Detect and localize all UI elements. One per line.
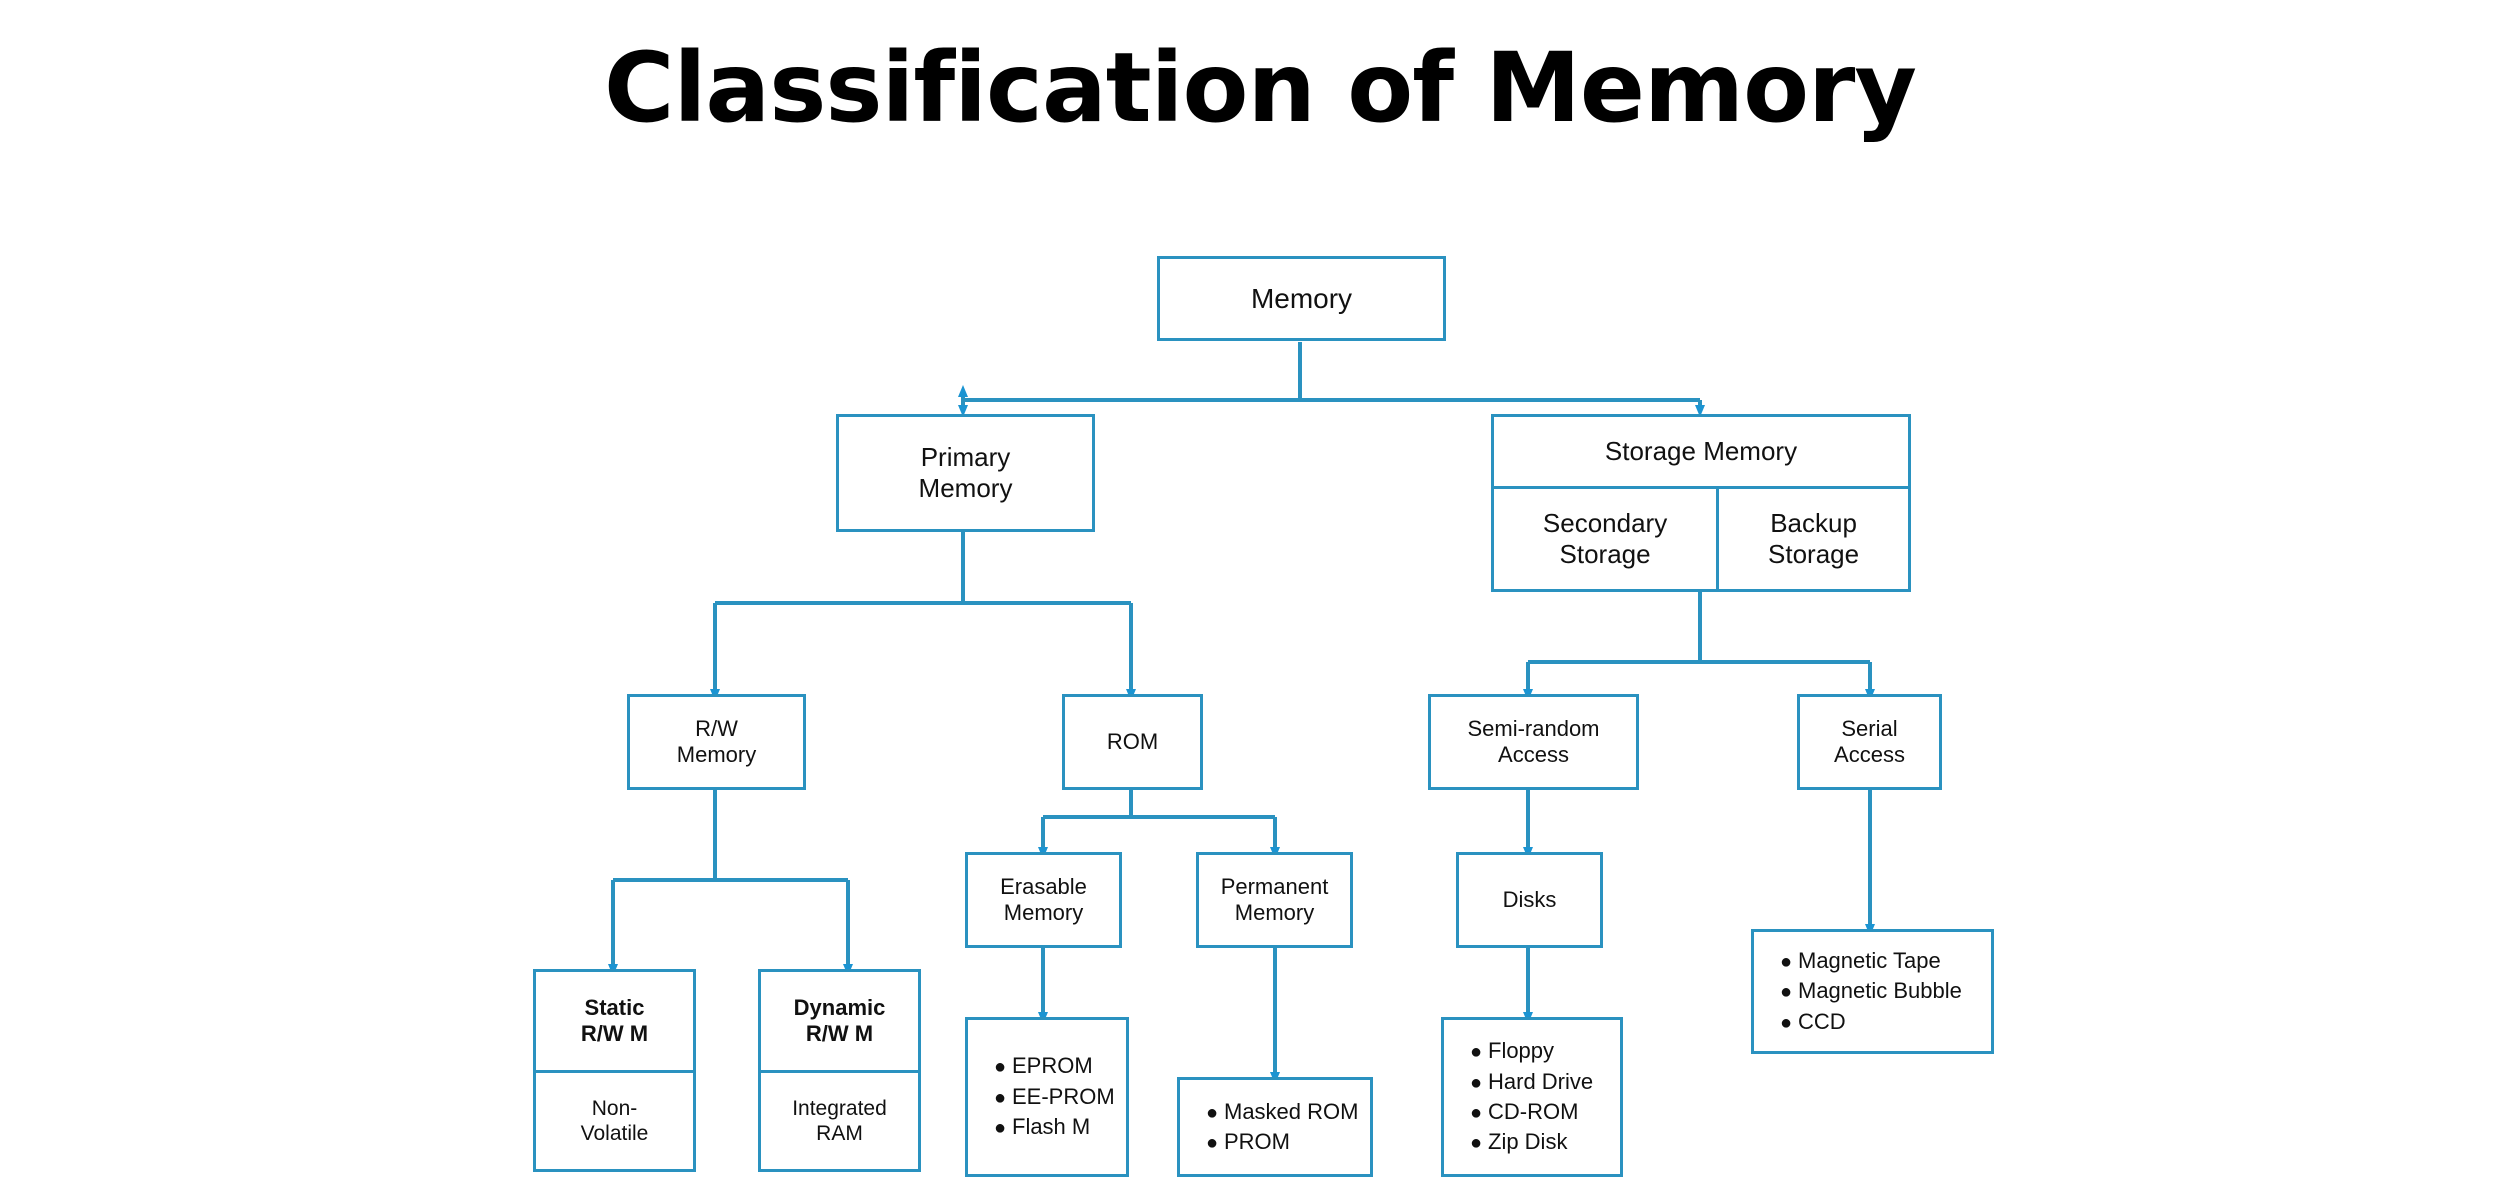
node-secondary-storage[interactable]: Secondary Storage bbox=[1494, 489, 1716, 589]
diagram-canvas: Classification of Memory Memory Primary … bbox=[0, 0, 2520, 1200]
node-semi-random-access-line2: Access bbox=[1498, 742, 1569, 767]
node-backup-storage-line1: Backup bbox=[1770, 507, 1857, 538]
list-item-label: Magnetic Tape bbox=[1798, 947, 1941, 973]
list-permanent-memory[interactable]: ● Masked ROM ● PROM bbox=[1177, 1077, 1373, 1177]
node-serial-access-line2: Access bbox=[1834, 742, 1905, 767]
node-serial-access[interactable]: Serial Access bbox=[1797, 694, 1942, 790]
node-rw-memory-line1: R/W bbox=[695, 715, 738, 741]
bullet-icon: ● bbox=[1470, 1041, 1483, 1064]
bullet-icon: ● bbox=[1470, 1132, 1483, 1155]
node-primary-memory[interactable]: Primary Memory bbox=[836, 414, 1095, 532]
node-secondary-storage-line1: Secondary bbox=[1542, 507, 1668, 538]
connector-layer bbox=[608, 342, 1875, 1084]
node-serial-access-label: Serial Access bbox=[1800, 697, 1939, 787]
node-primary-memory-line2: Memory bbox=[918, 473, 1013, 503]
list-erasable-memory[interactable]: ● EPROM ● EE-PROM ● Flash M bbox=[965, 1017, 1129, 1177]
node-secondary-storage-line2: Storage bbox=[1559, 538, 1651, 569]
node-backup-storage-line2: Storage bbox=[1768, 538, 1860, 569]
node-rw-memory-line2: Memory bbox=[676, 742, 757, 767]
bullet-icon: ● bbox=[1780, 1011, 1793, 1034]
node-dynamic-rw-m-sub[interactable]: Integrated RAM bbox=[761, 1070, 918, 1169]
node-dynamic-rw-m-line1: Dynamic bbox=[793, 994, 886, 1020]
bullet-icon: ● bbox=[994, 1117, 1007, 1140]
node-erasable-memory-label: Erasable Memory bbox=[968, 855, 1119, 945]
bullet-icon: ● bbox=[994, 1086, 1007, 1109]
bullet-icon: ● bbox=[1780, 950, 1793, 973]
bullet-icon: ● bbox=[1470, 1102, 1483, 1124]
node-primary-memory-label: Primary Memory bbox=[839, 417, 1092, 529]
bullet-icon: ● bbox=[1206, 1132, 1219, 1154]
node-dynamic-rw-m-line2: R/W M bbox=[805, 1021, 874, 1047]
list-item: ● Zip Disk bbox=[1470, 1127, 1620, 1157]
list-item: ● PROM bbox=[1206, 1127, 1370, 1157]
node-static-rw-m[interactable]: Static R/W M Non- Volatile bbox=[533, 969, 696, 1172]
node-erasable-memory-line1: Erasable bbox=[1000, 873, 1087, 899]
node-semi-random-access-label: Semi-random Access bbox=[1431, 697, 1636, 787]
list-item: ● EPROM bbox=[994, 1051, 1126, 1081]
node-erasable-memory[interactable]: Erasable Memory bbox=[965, 852, 1122, 948]
node-memory[interactable]: Memory bbox=[1157, 256, 1446, 341]
node-serial-access-line1: Serial bbox=[1841, 715, 1898, 741]
list-serial-access[interactable]: ● Magnetic Tape ● Magnetic Bubble ● CCD bbox=[1751, 929, 1994, 1054]
node-rw-memory[interactable]: R/W Memory bbox=[627, 694, 806, 790]
node-static-rw-m-sub[interactable]: Non- Volatile bbox=[536, 1070, 693, 1169]
node-rw-memory-label: R/W Memory bbox=[630, 697, 803, 787]
bullet-icon: ● bbox=[1470, 1071, 1483, 1094]
node-rom[interactable]: ROM bbox=[1062, 694, 1203, 790]
list-item: ● Masked ROM bbox=[1206, 1097, 1370, 1127]
bullet-icon: ● bbox=[994, 1056, 1007, 1079]
node-static-rw-m-line1: Static bbox=[584, 994, 645, 1020]
bullet-icon: ● bbox=[1780, 981, 1793, 1004]
node-dynamic-rw-m-sub-line1: Integrated bbox=[792, 1096, 887, 1120]
node-semi-random-access-line1: Semi-random bbox=[1467, 715, 1600, 741]
node-disks[interactable]: Disks bbox=[1456, 852, 1603, 948]
node-primary-memory-line1: Primary bbox=[920, 441, 1011, 472]
node-semi-random-access[interactable]: Semi-random Access bbox=[1428, 694, 1639, 790]
node-erasable-memory-line2: Memory bbox=[1003, 900, 1084, 925]
list-item-label: EPROM bbox=[1012, 1053, 1093, 1079]
list-item-label: CD-ROM bbox=[1488, 1099, 1579, 1124]
node-permanent-memory-line1: Permanent bbox=[1220, 873, 1329, 899]
list-item-label: CCD bbox=[1798, 1008, 1846, 1034]
list-item-label: PROM bbox=[1224, 1129, 1290, 1154]
node-permanent-memory[interactable]: Permanent Memory bbox=[1196, 852, 1353, 948]
node-rom-label: ROM bbox=[1106, 728, 1159, 754]
list-item: ● Magnetic Tape bbox=[1780, 946, 1991, 976]
node-static-rw-m-sub-line1: Non- bbox=[591, 1096, 638, 1120]
node-memory-label: Memory bbox=[1250, 282, 1353, 314]
list-item: ● CD-ROM bbox=[1470, 1097, 1620, 1127]
page-title: Classification of Memory bbox=[604, 32, 1917, 144]
list-item: ● Magnetic Bubble bbox=[1780, 976, 1991, 1006]
node-static-rw-m-line2: R/W M bbox=[580, 1021, 649, 1047]
node-static-rw-m-header: Static R/W M bbox=[536, 972, 693, 1070]
list-item-label: Floppy bbox=[1488, 1038, 1555, 1064]
node-permanent-memory-label: Permanent Memory bbox=[1199, 855, 1350, 945]
node-disks-label: Disks bbox=[1502, 886, 1557, 912]
list-item-label: Masked ROM bbox=[1224, 1098, 1359, 1124]
list-item: ● Floppy bbox=[1470, 1036, 1620, 1066]
node-dynamic-rw-m-sub-line2: RAM bbox=[816, 1122, 863, 1146]
list-item-label: Hard Drive bbox=[1488, 1068, 1594, 1094]
node-permanent-memory-line2: Memory bbox=[1234, 900, 1315, 925]
node-static-rw-m-sub-line2: Volatile bbox=[580, 1122, 649, 1146]
list-item-label: EE-PROM bbox=[1012, 1083, 1115, 1109]
list-disks[interactable]: ● Floppy ● Hard Drive ● CD-ROM ● Zip Disk bbox=[1441, 1017, 1623, 1177]
list-item-label: Magnetic Bubble bbox=[1798, 978, 1962, 1004]
list-item: ● EE-PROM bbox=[994, 1082, 1126, 1112]
node-dynamic-rw-m[interactable]: Dynamic R/W M Integrated RAM bbox=[758, 969, 921, 1172]
node-storage-memory-subcells: Secondary Storage Backup Storage bbox=[1494, 485, 1908, 589]
list-item: ● Flash M bbox=[994, 1112, 1126, 1142]
bullet-icon: ● bbox=[1206, 1101, 1219, 1124]
node-dynamic-rw-m-header: Dynamic R/W M bbox=[761, 972, 918, 1070]
list-item-label: Flash M bbox=[1012, 1114, 1091, 1140]
node-storage-memory[interactable]: Storage Memory Secondary Storage Backup … bbox=[1491, 414, 1911, 592]
list-item: ● Hard Drive bbox=[1470, 1067, 1620, 1097]
node-backup-storage[interactable]: Backup Storage bbox=[1716, 488, 1908, 589]
list-item: ● CCD bbox=[1780, 1007, 1991, 1037]
node-storage-memory-header: Storage Memory bbox=[1604, 435, 1798, 466]
list-item-label: Zip Disk bbox=[1488, 1129, 1568, 1155]
